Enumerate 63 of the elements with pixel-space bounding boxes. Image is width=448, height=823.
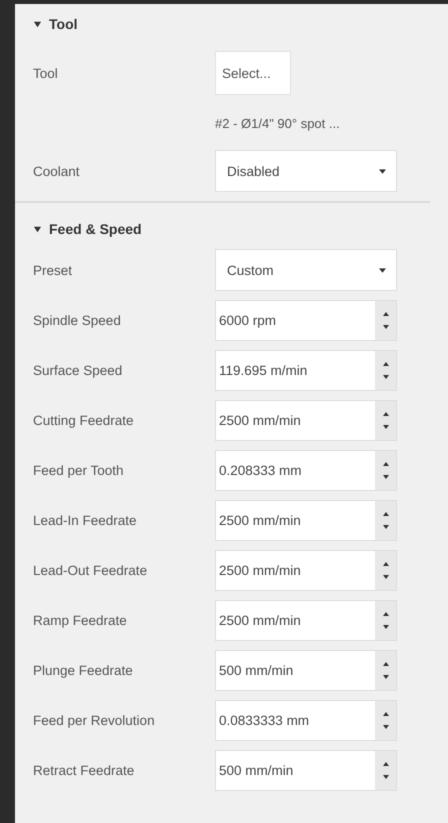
spin-down-icon (382, 375, 388, 379)
spin-down-icon (382, 725, 388, 729)
spin-up-icon (382, 462, 388, 466)
spinner-arrows[interactable] (375, 351, 396, 390)
spinner-arrows[interactable] (375, 551, 396, 590)
spin-up-icon (382, 312, 388, 316)
spinner-arrows[interactable] (375, 751, 396, 790)
field-label: Retract Feedrate (33, 763, 136, 778)
spin-down-icon (382, 625, 388, 629)
field-label: Coolant (33, 164, 81, 178)
field-label: Feed per Tooth (33, 463, 125, 478)
dropdown[interactable]: Custom (215, 249, 397, 291)
expand-triangle-icon (33, 224, 42, 234)
number-field[interactable]: 0.208333 mm (215, 450, 397, 491)
spin-down-icon (382, 675, 388, 679)
section-header[interactable]: Feed & Speed (33, 209, 142, 249)
field-label: Cutting Feedrate (33, 413, 135, 428)
field-label: Tool (33, 66, 59, 80)
spinner-arrows[interactable] (375, 401, 396, 440)
spinner-arrows[interactable] (375, 451, 396, 490)
number-field[interactable]: 2500 mm/min (215, 400, 397, 441)
spin-up-icon (382, 612, 388, 616)
field-label: Lead-Out Feedrate (33, 563, 148, 578)
caret-icon (379, 268, 386, 272)
caret-icon (379, 168, 386, 174)
number-field[interactable]: 119.695 m/min (215, 350, 397, 391)
field-label: Plunge Feedrate (33, 663, 134, 678)
spin-up-icon (382, 662, 388, 666)
spinner-arrows[interactable] (375, 651, 396, 690)
spin-up-icon (382, 762, 388, 766)
field-label: Ramp Feedrate (33, 613, 128, 628)
spin-up-icon (382, 412, 388, 416)
number-field[interactable]: 0.0833333 mm (215, 700, 397, 741)
number-field[interactable]: 2500 mm/min (215, 550, 397, 591)
spinner-arrows[interactable] (375, 501, 396, 540)
spin-down-icon (382, 775, 388, 779)
spin-up-icon (382, 512, 388, 516)
section-header[interactable]: Tool (33, 4, 78, 44)
field-label: Lead-In Feedrate (33, 513, 138, 528)
spin-down-icon (382, 525, 388, 529)
field-label: Spindle Speed (33, 313, 122, 328)
tool-description: #2 - Ø1/4" 90° spot ... (215, 116, 340, 130)
number-field[interactable]: 500 mm/min (215, 650, 397, 691)
spinner-arrows[interactable] (375, 701, 396, 740)
field-label: Surface Speed (33, 363, 124, 378)
spin-up-icon (382, 362, 388, 366)
spinner-arrows[interactable] (375, 301, 396, 340)
spin-down-icon (382, 575, 388, 579)
spinner-arrows[interactable] (375, 601, 396, 640)
expand-triangle-icon (33, 20, 42, 28)
number-field[interactable]: 2500 mm/min (215, 600, 397, 641)
spin-down-icon (382, 425, 388, 429)
spin-up-icon (382, 562, 388, 566)
field-label: Preset (33, 262, 74, 278)
select-button[interactable]: Select... (215, 51, 291, 95)
field-label: Feed per Revolution (33, 713, 156, 728)
dropdown[interactable]: Disabled (215, 150, 397, 192)
number-field[interactable]: 500 mm/min (215, 750, 397, 791)
spin-up-icon (382, 712, 388, 716)
number-field[interactable]: 2500 mm/min (215, 500, 397, 541)
number-field[interactable]: 6000 rpm (215, 300, 397, 341)
spin-down-icon (382, 475, 388, 479)
spin-down-icon (382, 325, 388, 329)
